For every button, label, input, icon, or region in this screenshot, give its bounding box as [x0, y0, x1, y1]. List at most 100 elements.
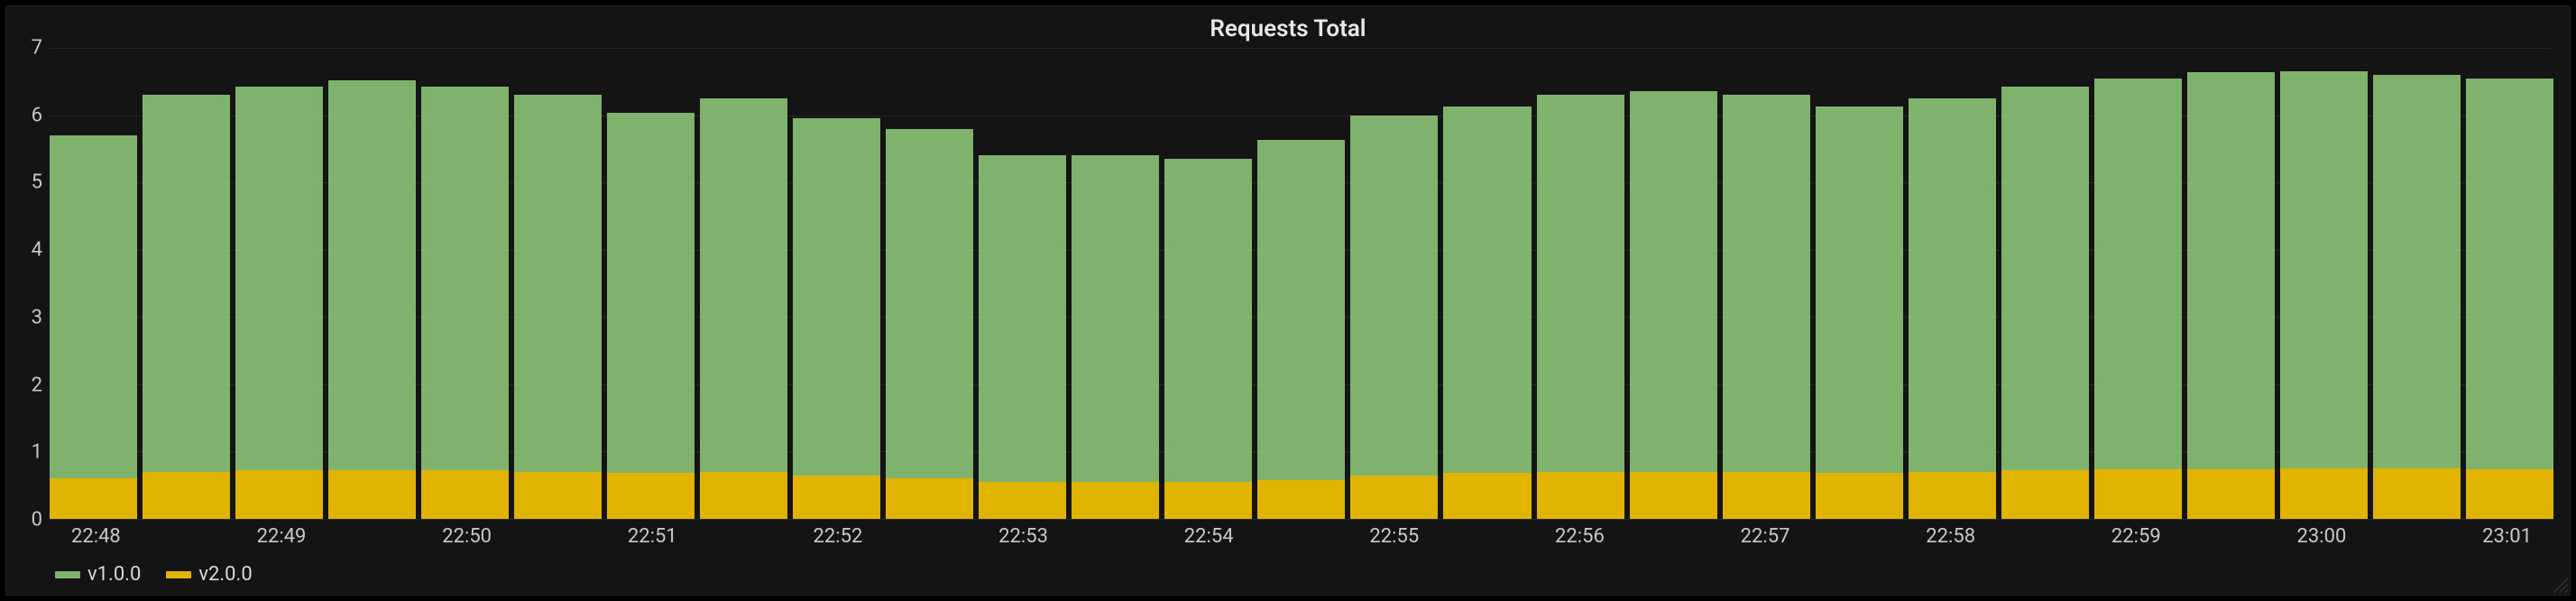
- bar[interactable]: [235, 48, 323, 519]
- x-tick-label: 23:00: [2297, 525, 2347, 548]
- bar-segment-v1: [1443, 106, 1531, 473]
- bar-segment-v2: [235, 470, 323, 519]
- chart-title: Requests Total: [6, 6, 2570, 48]
- bar-segment-v2: [328, 470, 416, 519]
- x-tick-label: 23:01: [2482, 525, 2532, 548]
- bar[interactable]: [1630, 48, 1717, 519]
- bar-segment-v1: [700, 98, 787, 472]
- bar-segment-v1: [1164, 159, 1252, 482]
- chart-panel: Requests Total 01234567 22:4822:4922:502…: [5, 5, 2571, 596]
- grid-line: [50, 317, 2553, 318]
- y-tick-label: 5: [32, 171, 42, 194]
- bar-segment-v2: [1072, 482, 1159, 519]
- bar[interactable]: [50, 48, 137, 519]
- bar-segment-v1: [2001, 87, 2089, 470]
- grid-line: [50, 250, 2553, 251]
- bar-segment-v1: [235, 87, 323, 470]
- x-tick-label: 22:59: [2111, 525, 2161, 548]
- bar[interactable]: [1909, 48, 1996, 519]
- bar-segment-v2: [1350, 476, 1438, 519]
- x-axis: 22:4822:4922:5022:5122:5222:5322:5422:55…: [50, 520, 2553, 559]
- bar[interactable]: [700, 48, 787, 519]
- bar[interactable]: [1072, 48, 1159, 519]
- bar-container: [50, 48, 2553, 519]
- bar-segment-v1: [1537, 95, 1624, 472]
- grid-line: [50, 182, 2553, 183]
- bar[interactable]: [979, 48, 1066, 519]
- bar-segment-v2: [143, 472, 230, 519]
- bar[interactable]: [1443, 48, 1531, 519]
- bar[interactable]: [1350, 48, 1438, 519]
- bar-segment-v2: [793, 476, 880, 519]
- bar-segment-v1: [979, 155, 1066, 482]
- bar[interactable]: [2466, 48, 2553, 519]
- legend-item-v2[interactable]: v2.0.0: [166, 563, 252, 586]
- bar-segment-v1: [1909, 98, 1996, 472]
- bar-segment-v2: [50, 478, 137, 519]
- bar[interactable]: [1537, 48, 1624, 519]
- bar-segment-v1: [607, 113, 695, 473]
- bar[interactable]: [1257, 48, 1345, 519]
- y-tick-label: 0: [32, 509, 42, 532]
- bar[interactable]: [607, 48, 695, 519]
- bar-segment-v1: [143, 95, 230, 472]
- bar-segment-v1: [1257, 140, 1345, 480]
- bar-segment-v1: [1723, 95, 1810, 472]
- bar-segment-v1: [2094, 79, 2182, 469]
- x-tick-label: 22:51: [628, 525, 677, 548]
- plot-area[interactable]: [50, 48, 2553, 520]
- bar-segment-v1: [50, 135, 137, 478]
- bar[interactable]: [1723, 48, 1810, 519]
- y-axis: 01234567: [10, 48, 50, 520]
- y-tick-label: 1: [32, 441, 42, 464]
- bar-segment-v2: [1630, 472, 1717, 519]
- plot-row: 01234567: [10, 48, 2553, 520]
- bar[interactable]: [886, 48, 973, 519]
- bar-segment-v1: [2280, 71, 2368, 468]
- bar[interactable]: [1164, 48, 1252, 519]
- bar[interactable]: [328, 48, 416, 519]
- x-tick-label: 22:49: [257, 525, 307, 548]
- bar[interactable]: [2373, 48, 2461, 519]
- bar-segment-v1: [514, 95, 602, 472]
- bar[interactable]: [421, 48, 509, 519]
- x-tick-label: 22:53: [998, 525, 1048, 548]
- bar-segment-v1: [1630, 91, 1717, 471]
- bar-segment-v2: [2094, 469, 2182, 519]
- grid-line: [50, 384, 2553, 385]
- bar-segment-v2: [700, 472, 787, 519]
- bar[interactable]: [514, 48, 602, 519]
- bar-segment-v2: [1723, 472, 1810, 519]
- bar[interactable]: [143, 48, 230, 519]
- y-tick-label: 7: [32, 37, 42, 60]
- bar[interactable]: [793, 48, 880, 519]
- bar-segment-v2: [886, 478, 973, 519]
- bar[interactable]: [2094, 48, 2182, 519]
- x-tick-label: 22:50: [442, 525, 492, 548]
- y-tick-label: 4: [32, 239, 42, 262]
- resize-handle-icon[interactable]: [2553, 578, 2568, 593]
- bar-segment-v2: [1164, 482, 1252, 519]
- legend-item-v1[interactable]: v1.0.0: [55, 563, 141, 586]
- bar[interactable]: [2280, 48, 2368, 519]
- bar-segment-v1: [2187, 72, 2275, 469]
- y-tick-label: 2: [32, 374, 42, 396]
- legend-swatch-v2: [166, 571, 191, 578]
- bar-segment-v1: [328, 80, 416, 471]
- bar[interactable]: [1816, 48, 1903, 519]
- grid-line: [50, 48, 2553, 49]
- bar[interactable]: [2001, 48, 2089, 519]
- bar[interactable]: [2187, 48, 2275, 519]
- bar-segment-v1: [1072, 155, 1159, 482]
- bar-segment-v2: [1816, 473, 1903, 519]
- bar-segment-v1: [793, 118, 880, 475]
- legend-swatch-v1: [55, 571, 80, 578]
- bar-segment-v2: [1909, 472, 1996, 519]
- bar-segment-v2: [979, 482, 1066, 519]
- x-tick-label: 22:58: [1926, 525, 1975, 548]
- bar-segment-v1: [1350, 116, 1438, 476]
- legend: v1.0.0 v2.0.0: [6, 559, 2570, 595]
- bar-segment-v2: [2373, 468, 2461, 519]
- x-tick-label: 22:48: [71, 525, 121, 548]
- chart-body: 01234567 22:4822:4922:5022:5122:5222:532…: [6, 48, 2570, 559]
